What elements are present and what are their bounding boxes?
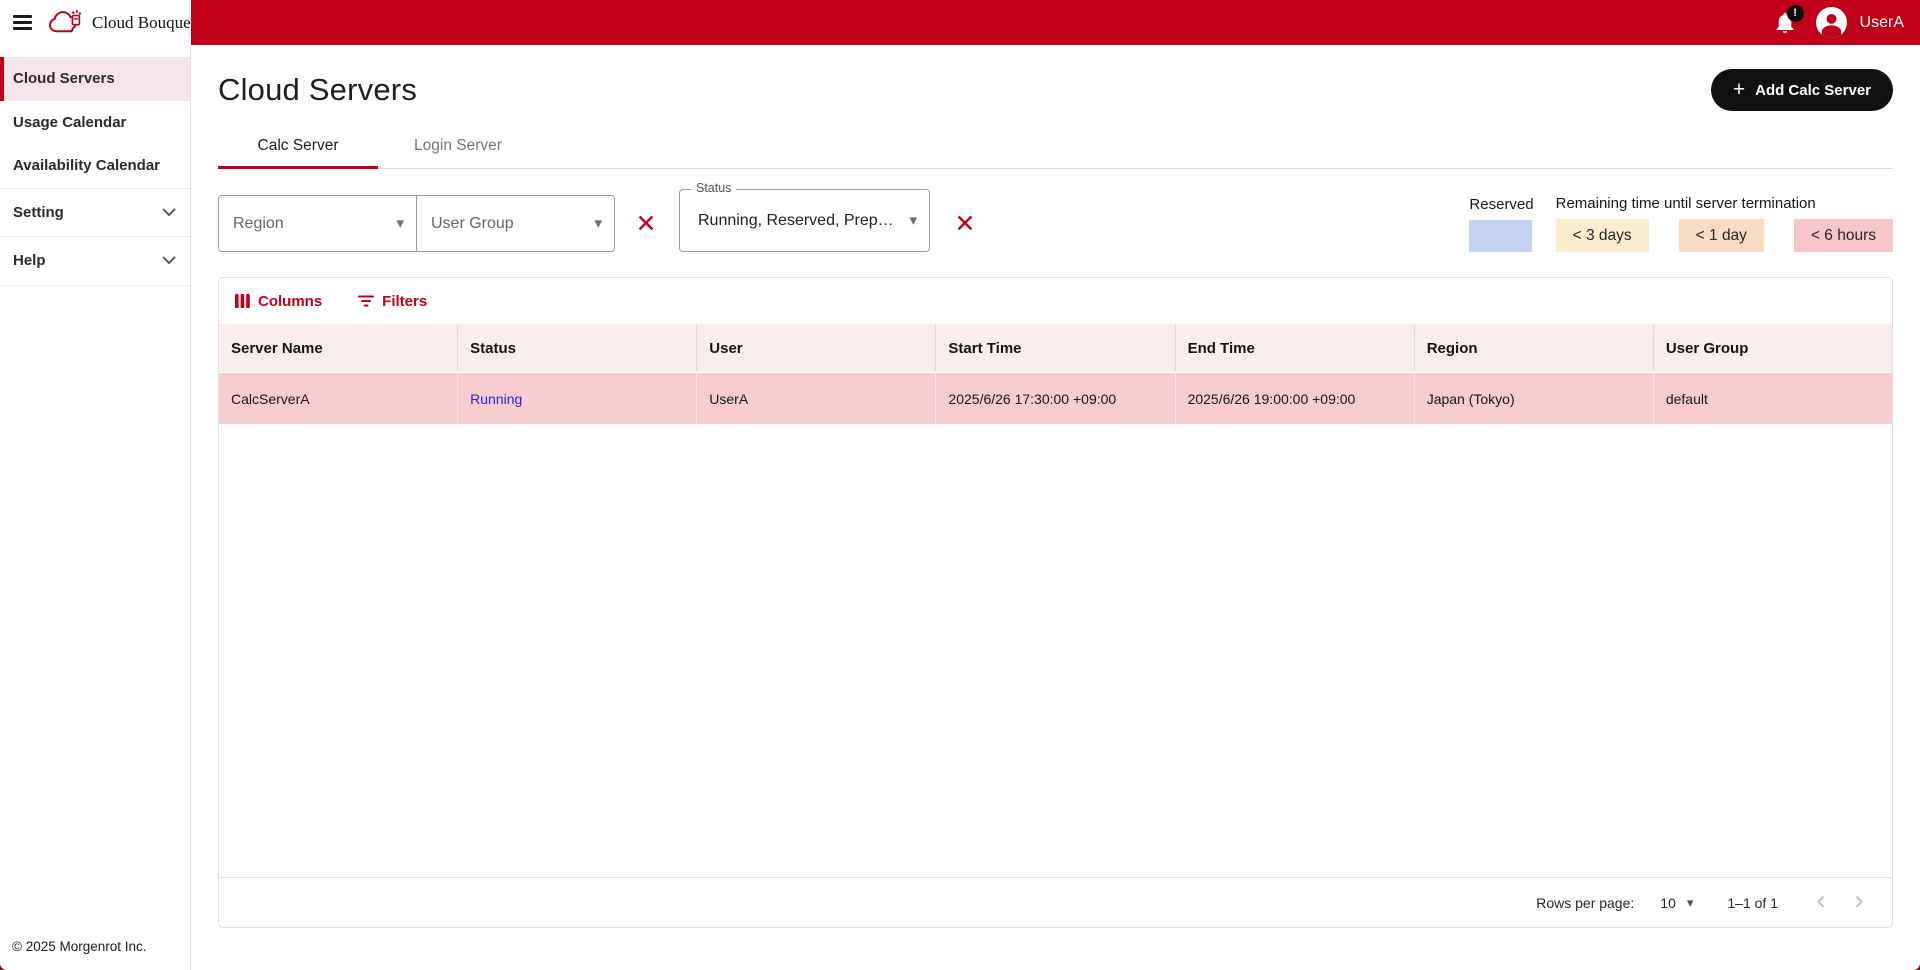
legend-chip-3days: < 3 days — [1556, 219, 1649, 252]
app-root: Cloud Bouquet ! UserA Cloud Servers — [0, 0, 1920, 970]
legend-remaining-group: Remaining time until server termination … — [1556, 195, 1893, 252]
page-title: Cloud Servers — [218, 72, 417, 108]
status-select[interactable]: Status Running, Reserved, Prep… ▾ — [679, 189, 930, 252]
hamburger-menu-icon[interactable] — [11, 11, 34, 33]
columns-button-label: Columns — [258, 293, 322, 310]
sidebar-item-label: Help — [13, 251, 46, 271]
sidebar-item-label: Cloud Servers — [13, 69, 115, 89]
columns-icon — [235, 294, 250, 308]
legend-remaining-label: Remaining time until server termination — [1556, 195, 1893, 212]
sidebar-item-help[interactable]: Help — [0, 236, 190, 286]
caret-down-icon: ▾ — [396, 216, 404, 231]
status-select-value: Running, Reserved, Prep… — [698, 212, 894, 230]
caret-down-icon: ▾ — [909, 213, 917, 228]
sidebar-item-usage-calendar[interactable]: Usage Calendar — [0, 101, 190, 145]
column-header-user[interactable]: User — [697, 324, 936, 372]
caret-down-icon: ▾ — [1687, 896, 1694, 909]
server-table-card: Columns Filters Server Name Status User … — [218, 277, 1893, 928]
filter-icon — [358, 295, 374, 307]
column-header-server-name[interactable]: Server Name — [219, 324, 458, 372]
notifications-button[interactable]: ! — [1767, 5, 1803, 41]
notification-badge: ! — [1787, 5, 1804, 22]
plus-icon: + — [1733, 79, 1745, 100]
cloud-bouquet-logo-icon — [45, 9, 85, 37]
tab-calc-server[interactable]: Calc Server — [218, 126, 378, 168]
table-row[interactable]: CalcServerA Running UserA 2025/6/26 17:3… — [219, 372, 1892, 424]
main-content: Cloud Servers + Add Calc Server Calc Ser… — [191, 45, 1920, 970]
sidebar-item-label: Availability Calendar — [13, 156, 160, 176]
username-label[interactable]: UserA — [1860, 14, 1904, 32]
copyright-label: © 2025 Morgenrot Inc. — [0, 925, 190, 970]
region-select-placeholder: Region — [233, 215, 284, 233]
brand-name: Cloud Bouquet — [92, 13, 195, 33]
rows-per-page-label: Rows per page: — [1536, 895, 1634, 911]
chevron-left-icon: ‹ — [1817, 887, 1826, 914]
filter-row: Region ▾ User Group ▾ ✕ Status Running, — [218, 189, 1893, 252]
legend-chip-1day: < 1 day — [1679, 219, 1764, 252]
chevron-down-icon — [162, 256, 176, 265]
person-icon — [1817, 9, 1846, 38]
column-header-end-time[interactable]: End Time — [1176, 324, 1415, 372]
filters-button[interactable]: Filters — [350, 289, 435, 314]
sidebar: Cloud Servers Usage Calendar Availabilit… — [0, 45, 191, 970]
table-header-row: Server Name Status User Start Time End T… — [219, 324, 1892, 372]
next-page-button[interactable]: › — [1840, 884, 1878, 922]
clear-x-icon: ✕ — [636, 212, 657, 237]
brand-logo: Cloud Bouquet — [45, 9, 195, 37]
tab-bar: Calc Server Login Server — [218, 126, 1893, 169]
legend-chip-6hours: < 6 hours — [1794, 219, 1893, 252]
clear-x-icon: ✕ — [955, 212, 976, 237]
region-select[interactable]: Region ▾ — [218, 195, 416, 252]
cell-user: UserA — [697, 373, 936, 424]
status-link[interactable]: Running — [470, 391, 522, 407]
legend-reserved-swatch — [1469, 220, 1532, 252]
rows-per-page-value: 10 — [1660, 895, 1676, 911]
pagination-range-label: 1–1 of 1 — [1727, 895, 1778, 911]
columns-button[interactable]: Columns — [227, 289, 330, 314]
legend-reserved-group: Reserved — [1469, 196, 1533, 252]
chevron-down-icon — [162, 208, 176, 217]
cell-region: Japan (Tokyo) — [1415, 373, 1654, 424]
logo-area: Cloud Bouquet — [0, 0, 191, 45]
sidebar-item-label: Setting — [13, 203, 64, 223]
add-calc-server-label: Add Calc Server — [1755, 82, 1871, 99]
sidebar-item-label: Usage Calendar — [13, 113, 126, 133]
top-bar-red: ! UserA — [191, 0, 1920, 45]
previous-page-button[interactable]: ‹ — [1802, 884, 1840, 922]
column-header-status[interactable]: Status — [458, 324, 697, 372]
sidebar-item-cloud-servers[interactable]: Cloud Servers — [0, 57, 190, 101]
column-header-user-group[interactable]: User Group — [1654, 324, 1892, 372]
column-header-start-time[interactable]: Start Time — [936, 324, 1175, 372]
cell-user-group: default — [1654, 373, 1892, 424]
filters-button-label: Filters — [382, 293, 427, 310]
add-calc-server-button[interactable]: + Add Calc Server — [1711, 69, 1893, 111]
cell-end-time: 2025/6/26 19:00:00 +09:00 — [1176, 373, 1415, 424]
clear-status-filter-button[interactable]: ✕ — [942, 196, 988, 252]
clear-region-usergroup-filter-button[interactable]: ✕ — [623, 196, 669, 252]
status-select-label: Status — [691, 181, 736, 195]
cell-status: Running — [458, 373, 697, 424]
sidebar-item-availability-calendar[interactable]: Availability Calendar — [0, 144, 190, 188]
cell-start-time: 2025/6/26 17:30:00 +09:00 — [936, 373, 1175, 424]
caret-down-icon: ▾ — [594, 216, 602, 231]
legend: Reserved Remaining time until server ter… — [1469, 195, 1893, 252]
cell-server-name: CalcServerA — [219, 373, 458, 424]
rows-per-page-select[interactable]: 10 ▾ — [1660, 895, 1693, 911]
user-group-select[interactable]: User Group ▾ — [416, 195, 615, 252]
table-empty-area — [219, 424, 1892, 877]
sidebar-item-setting[interactable]: Setting — [0, 188, 190, 237]
legend-reserved-label: Reserved — [1469, 196, 1533, 213]
pagination-bar: Rows per page: 10 ▾ 1–1 of 1 ‹ › — [219, 877, 1892, 927]
top-bar: Cloud Bouquet ! UserA — [0, 0, 1920, 45]
region-usergroup-select-group: Region ▾ User Group ▾ — [218, 195, 615, 252]
chevron-right-icon: › — [1855, 887, 1864, 914]
tab-login-server[interactable]: Login Server — [378, 126, 538, 168]
avatar[interactable] — [1816, 7, 1847, 38]
table-toolbar: Columns Filters — [219, 278, 1892, 324]
column-header-region[interactable]: Region — [1415, 324, 1654, 372]
user-group-select-placeholder: User Group — [431, 215, 514, 233]
